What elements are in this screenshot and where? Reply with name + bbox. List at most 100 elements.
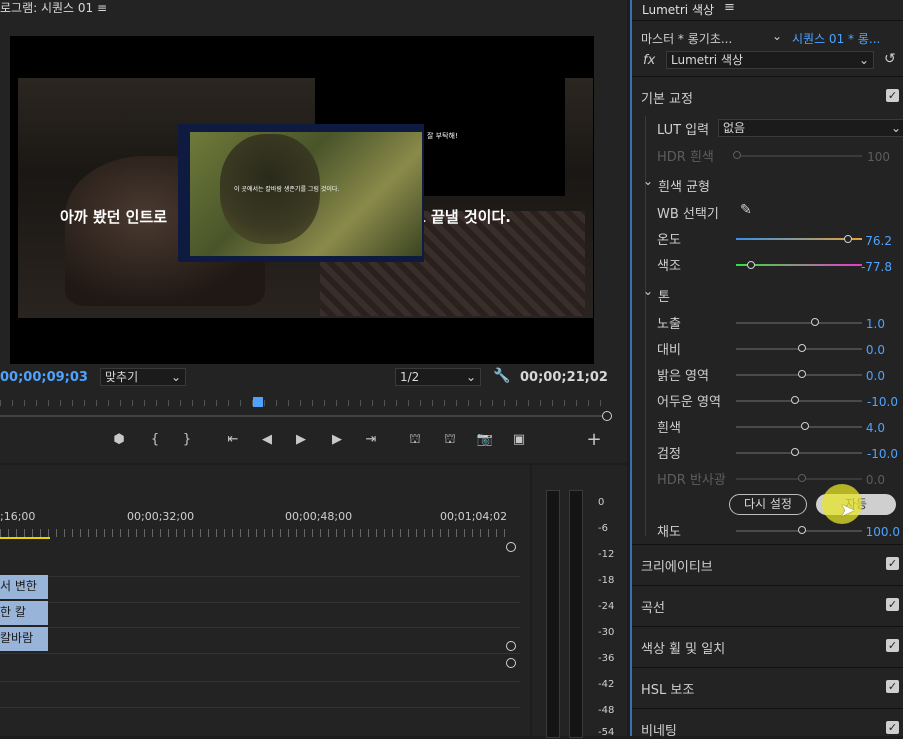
wrench-icon[interactable]: 🔧 bbox=[493, 368, 510, 384]
track-row bbox=[0, 627, 520, 628]
time-label: ;16;00 bbox=[0, 510, 36, 523]
basic-correction-header[interactable]: 기본 교정 bbox=[641, 88, 693, 107]
section-divider bbox=[632, 76, 903, 77]
go-to-out-icon[interactable]: ⇥ bbox=[362, 431, 380, 449]
shadows-track[interactable] bbox=[736, 400, 862, 402]
comparison-view-icon[interactable]: ▣ bbox=[510, 431, 528, 449]
highlights-knob[interactable] bbox=[798, 370, 806, 378]
marker-icon[interactable]: ⬢ bbox=[110, 431, 128, 449]
tint-value[interactable]: -77.8 bbox=[852, 260, 892, 274]
scrubber-track[interactable] bbox=[0, 415, 607, 417]
color-wheels-checkbox[interactable]: ✓ bbox=[886, 639, 899, 652]
master-clip-selector[interactable]: 마스터 * 롱기초... bbox=[641, 30, 732, 47]
step-forward-icon[interactable]: ▶ bbox=[328, 431, 346, 449]
curves-checkbox[interactable]: ✓ bbox=[886, 598, 899, 611]
camera-icon[interactable]: 📷 bbox=[476, 431, 494, 449]
vignette-checkbox[interactable]: ✓ bbox=[886, 721, 899, 734]
overlay-text-left: 아까 봤던 인트로 bbox=[60, 208, 168, 226]
current-timecode[interactable]: 00;00;09;03 bbox=[0, 370, 88, 385]
lut-input-dropdown[interactable]: 없음 ⌄ bbox=[718, 119, 903, 137]
timeline-clip[interactable]: 서 변한 bbox=[0, 575, 48, 599]
time-label: 00;01;04;02 bbox=[440, 510, 508, 523]
section-row: 곡선 ✓ bbox=[632, 585, 903, 626]
meter-scale-label: -18 bbox=[598, 575, 615, 586]
blacks-knob[interactable] bbox=[791, 448, 799, 456]
track-row bbox=[0, 602, 520, 603]
shadows-value[interactable]: -10.0 bbox=[858, 395, 898, 409]
video-preview[interactable]: 아까 봤던 인트로 고 끝낼 것이다. 잘 부탁해! 이 곳에서는 칼바람 생존… bbox=[10, 36, 594, 364]
timeline-clip[interactable]: 한 칼 bbox=[0, 601, 48, 625]
whites-value[interactable]: 4.0 bbox=[845, 421, 885, 435]
reset-button[interactable]: 다시 설정 bbox=[729, 494, 807, 515]
extract-icon[interactable]: ⛫ bbox=[441, 431, 459, 449]
chevron-down-icon[interactable]: ⌄ bbox=[772, 29, 782, 43]
resolution-dropdown[interactable]: 1/2 ⌄ bbox=[395, 368, 481, 386]
fit-dropdown[interactable]: 맞추기 ⌄ bbox=[100, 368, 186, 386]
basic-correction-checkbox[interactable]: ✓ bbox=[886, 89, 899, 102]
contrast-knob[interactable] bbox=[798, 344, 806, 352]
lumetri-title[interactable]: Lumetri 색상 bbox=[642, 1, 714, 18]
whites-track[interactable] bbox=[736, 426, 862, 428]
panel-menu-icon[interactable]: ≡ bbox=[724, 0, 735, 15]
mark-out-icon[interactable]: } bbox=[178, 431, 196, 449]
meter-scale-label: 0 bbox=[598, 497, 605, 508]
hsl-secondary-section-header[interactable]: HSL 보조 bbox=[641, 679, 694, 698]
saturation-value[interactable]: 100.0 bbox=[860, 525, 900, 539]
blacks-track[interactable] bbox=[736, 452, 862, 454]
scrubber-ruler bbox=[0, 400, 607, 406]
mouse-pointer-icon: ➤ bbox=[840, 500, 856, 521]
meter-scale-label: -24 bbox=[598, 601, 615, 612]
timeline-panel: ;16;00 00;00;32;00 00;00;48;00 00;01;04;… bbox=[0, 465, 530, 736]
reset-effect-icon[interactable]: ↺ bbox=[884, 51, 896, 67]
contrast-value[interactable]: 0.0 bbox=[845, 343, 885, 357]
curves-section-header[interactable]: 곡선 bbox=[641, 597, 665, 616]
exposure-track[interactable] bbox=[736, 322, 862, 324]
eyedropper-icon[interactable]: ✎ bbox=[740, 202, 752, 218]
timeline-ruler[interactable] bbox=[0, 529, 505, 537]
program-monitor-title[interactable]: 로그램: 시퀀스 01 ≡ bbox=[0, 0, 627, 18]
color-wheels-section-header[interactable]: 색상 휠 및 일치 bbox=[641, 638, 725, 657]
sequence-clip-selector[interactable]: 시퀀스 01 * 롱... bbox=[792, 30, 880, 47]
creative-section-header[interactable]: 크리에이티브 bbox=[641, 556, 713, 575]
chevron-down-icon[interactable]: ⌄ bbox=[643, 284, 653, 298]
temperature-value[interactable]: 76.2 bbox=[852, 234, 892, 248]
add-button-icon[interactable]: + bbox=[585, 431, 603, 449]
exposure-value[interactable]: 1.0 bbox=[845, 317, 885, 331]
chevron-down-icon[interactable]: ⌄ bbox=[643, 174, 653, 188]
track-handle[interactable] bbox=[506, 658, 516, 668]
lift-icon[interactable]: ⛫ bbox=[406, 431, 424, 449]
scroll-handle[interactable] bbox=[506, 542, 516, 552]
chevron-down-icon: ⌄ bbox=[890, 121, 901, 135]
pip-frame[interactable]: 이 곳에서는 칼바람 생존기를 그림 것이다. bbox=[178, 124, 424, 262]
whites-knob[interactable] bbox=[801, 422, 809, 430]
tint-knob[interactable] bbox=[747, 261, 755, 269]
creative-checkbox[interactable]: ✓ bbox=[886, 557, 899, 570]
pip-image: 이 곳에서는 칼바람 생존기를 그림 것이다. bbox=[190, 132, 422, 256]
work-area-bar[interactable] bbox=[0, 537, 50, 539]
whites-label: 흰색 bbox=[657, 421, 681, 436]
white-balance-header[interactable]: 흰색 균형 bbox=[658, 176, 710, 195]
go-to-in-icon[interactable]: ⇤ bbox=[224, 431, 242, 449]
timeline-clip[interactable]: 칼바람 bbox=[0, 627, 48, 651]
scrubber-end-handle[interactable] bbox=[602, 411, 612, 421]
playhead-marker[interactable] bbox=[253, 397, 263, 407]
highlights-value[interactable]: 0.0 bbox=[845, 369, 885, 383]
chevron-down-icon: ⌄ bbox=[170, 370, 181, 384]
shadows-knob[interactable] bbox=[791, 396, 799, 404]
effect-dropdown-label: Lumetri 색상 bbox=[671, 53, 744, 67]
hsl-secondary-checkbox[interactable]: ✓ bbox=[886, 680, 899, 693]
step-back-icon[interactable]: ◀ bbox=[258, 431, 276, 449]
temperature-knob[interactable] bbox=[844, 235, 852, 243]
shadows-label: 어두운 영역 bbox=[657, 395, 721, 410]
track-handle[interactable] bbox=[506, 641, 516, 651]
vignette-section-header[interactable]: 비네팅 bbox=[641, 720, 677, 739]
meter-scale-label: -42 bbox=[598, 679, 615, 690]
exposure-knob[interactable] bbox=[811, 318, 819, 326]
mark-in-icon[interactable]: { bbox=[146, 431, 164, 449]
play-icon[interactable]: ▶ bbox=[292, 431, 310, 449]
saturation-knob[interactable] bbox=[798, 526, 806, 534]
blacks-value[interactable]: -10.0 bbox=[858, 447, 898, 461]
tone-header[interactable]: 톤 bbox=[658, 286, 670, 305]
hdr-specular-label: HDR 반사광 bbox=[657, 473, 726, 488]
effect-dropdown[interactable]: Lumetri 색상 ⌄ bbox=[666, 51, 874, 69]
